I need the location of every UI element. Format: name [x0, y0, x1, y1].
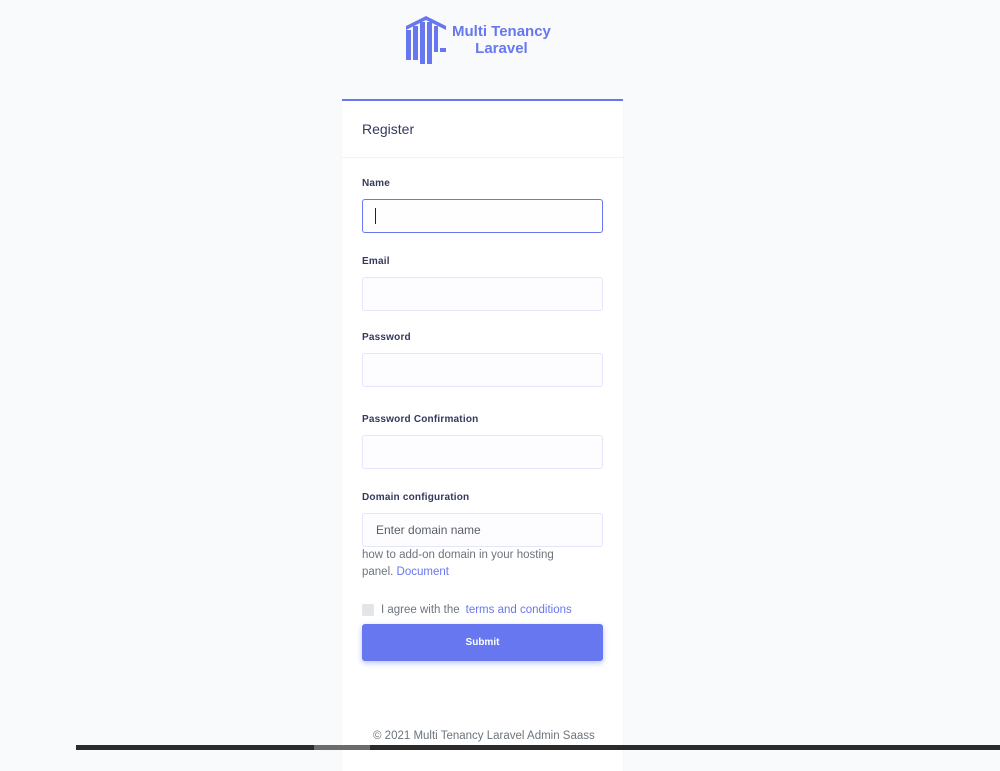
scrollbar-thumb[interactable]: [314, 745, 370, 750]
password-label: Password: [362, 332, 411, 343]
terms-checkbox[interactable]: [362, 604, 374, 616]
name-label: Name: [362, 178, 391, 189]
register-card: Register Name Email Password Password Co…: [342, 99, 623, 771]
terms-row: I agree with the terms and conditions: [362, 604, 572, 616]
brand-line-1: Multi Tenancy: [452, 23, 551, 40]
footer-copyright: © 2021 Multi Tenancy Laravel Admin Saass: [373, 730, 595, 742]
document-link[interactable]: Document: [397, 566, 449, 578]
card-header: Register: [342, 101, 623, 158]
submit-button[interactable]: Submit: [362, 624, 603, 661]
terms-text: I agree with the: [381, 604, 460, 616]
domain-help: how to add-on domain in your hosting pan…: [362, 547, 572, 581]
card-title: Register: [362, 121, 415, 137]
horizontal-scrollbar[interactable]: [76, 745, 1000, 750]
name-input[interactable]: [362, 199, 603, 233]
domain-input[interactable]: [362, 513, 603, 547]
mtl-logo-icon: [406, 16, 446, 64]
brand-logo: Multi Tenancy Laravel: [404, 14, 551, 66]
password-confirmation-input[interactable]: [362, 435, 603, 469]
domain-label: Domain configuration: [362, 492, 470, 503]
domain-help-text: how to add-on domain in your hosting pan…: [362, 549, 554, 578]
password-input[interactable]: [362, 353, 603, 387]
email-label: Email: [362, 256, 390, 267]
text-caret: [375, 208, 376, 224]
email-input[interactable]: [362, 277, 603, 311]
password-confirmation-label: Password Confirmation: [362, 414, 479, 425]
brand-name: Multi Tenancy Laravel: [452, 23, 551, 57]
brand-line-2: Laravel: [475, 40, 528, 57]
terms-link[interactable]: terms and conditions: [466, 604, 572, 616]
